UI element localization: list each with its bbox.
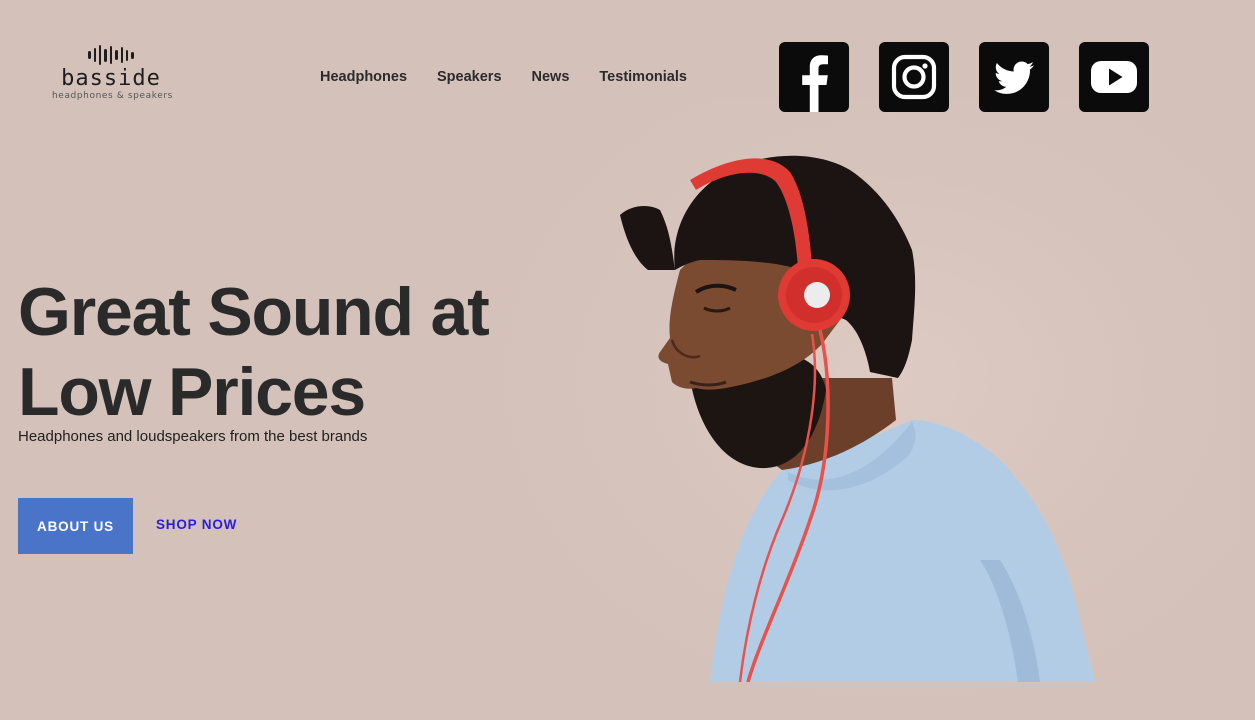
nav-item-headphones[interactable]: Headphones bbox=[320, 69, 407, 85]
youtube-icon[interactable] bbox=[1079, 42, 1149, 112]
shop-now-link[interactable]: SHOP NOW bbox=[156, 517, 237, 532]
hero-title-line2: Low Prices bbox=[18, 354, 366, 430]
hero-subtitle: Headphones and loudspeakers from the bes… bbox=[18, 428, 368, 445]
brand-name: basside bbox=[61, 66, 161, 91]
about-us-button[interactable]: ABOUT US bbox=[18, 498, 133, 554]
hero-title: Great Sound at Low Prices bbox=[18, 272, 538, 432]
twitter-icon[interactable] bbox=[979, 42, 1049, 112]
hero-image-man-with-headphones bbox=[620, 155, 1095, 682]
sound-wave-icon bbox=[52, 44, 170, 66]
nav-item-speakers[interactable]: Speakers bbox=[437, 69, 502, 85]
facebook-icon[interactable] bbox=[779, 42, 849, 112]
main-nav: Headphones Speakers News Testimonials bbox=[320, 69, 687, 85]
instagram-icon[interactable] bbox=[879, 42, 949, 112]
nav-item-testimonials[interactable]: Testimonials bbox=[599, 69, 687, 85]
brand-tagline: headphones & speakers bbox=[52, 91, 173, 101]
brand-logo[interactable]: basside headphones & speakers bbox=[52, 44, 173, 101]
hero-title-line1: Great Sound at bbox=[18, 274, 490, 350]
social-links bbox=[779, 42, 1149, 112]
nav-item-news[interactable]: News bbox=[532, 69, 570, 85]
